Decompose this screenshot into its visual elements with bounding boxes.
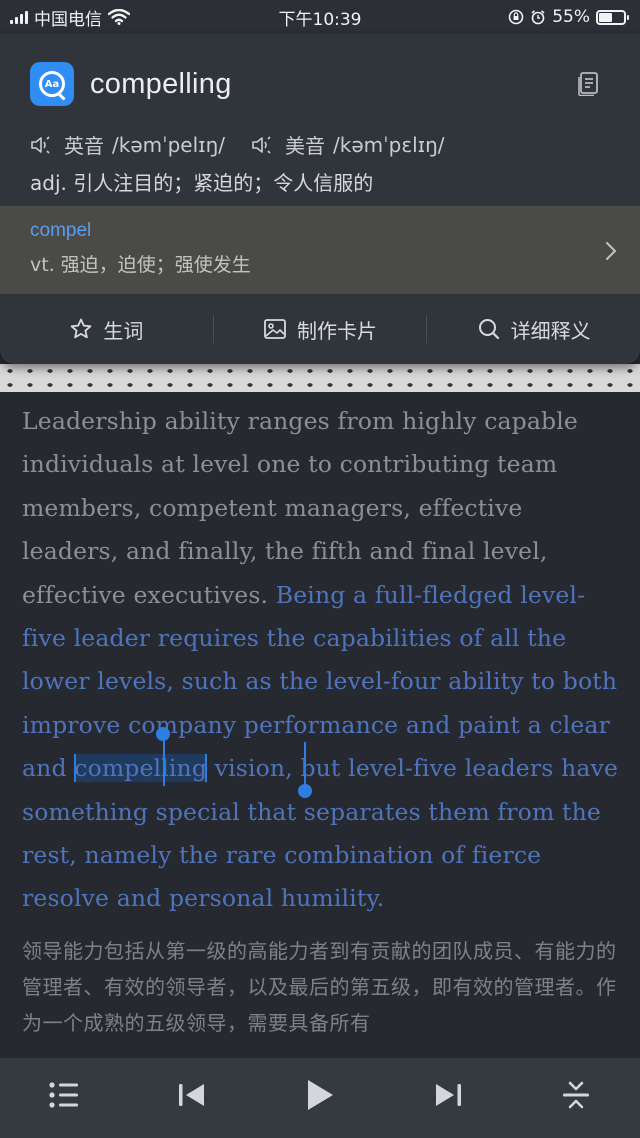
battery-percent: 55% (552, 7, 590, 27)
playlist-button[interactable] (34, 1065, 94, 1125)
search-icon (478, 319, 499, 340)
pronunciation-uk[interactable]: 英音 /kəmˈpelɪŋ/ (30, 130, 225, 159)
collapse-icon (563, 1081, 589, 1109)
previous-button[interactable] (162, 1065, 222, 1125)
pronunciation-label: 英音 (64, 134, 104, 158)
player-bar (0, 1058, 640, 1138)
carrier-label: 中国电信 (34, 9, 102, 30)
orientation-lock-icon (508, 9, 524, 25)
chevron-right-icon (606, 242, 617, 260)
wifi-icon (108, 9, 130, 25)
phonetic-text: /kəmˈpɛlɪŋ/ (333, 132, 445, 157)
make-card-button[interactable]: 制作卡片 (214, 294, 427, 364)
article-reader[interactable]: Leadership ability ranges from highly ca… (0, 392, 640, 1058)
action-label: 制作卡片 (297, 318, 377, 343)
dictionary-popup: Aa compelling 英音 /kəmˈpelɪŋ/ 美音 /kəmˈpɛl… (0, 34, 640, 364)
pronunciation-us[interactable]: 美音 /kəmˈpɛlɪŋ/ (251, 130, 445, 159)
decorative-pattern (0, 364, 640, 392)
play-button[interactable] (290, 1065, 350, 1125)
next-button[interactable] (418, 1065, 478, 1125)
add-vocabulary-button[interactable]: 生词 (0, 294, 213, 364)
collapse-button[interactable] (546, 1065, 606, 1125)
root-definition: vt. 强迫，迫使；强使发生 (30, 254, 251, 276)
star-icon (71, 318, 92, 339)
document-icon[interactable] (578, 72, 600, 96)
battery-icon (596, 9, 629, 25)
selection-start-handle[interactable] (156, 727, 170, 741)
detailed-definition-button[interactable]: 详细释义 (427, 294, 640, 364)
chinese-translation: 领导能力包括从第一级的高能力者到有贡献的团队成员、有能力的管理者、有效的领导者，… (22, 938, 617, 1035)
speaker-icon (252, 135, 271, 154)
plain-sentence: Leadership ability ranges from highly ca… (22, 407, 578, 609)
list-icon (49, 1082, 78, 1108)
pronunciation-label: 美音 (285, 134, 326, 158)
status-bar: 中国电信 下午10:39 55% (0, 0, 640, 34)
action-label: 详细释义 (510, 318, 591, 343)
speaker-icon (31, 135, 50, 154)
action-label: 生词 (103, 318, 144, 343)
image-icon (264, 319, 286, 339)
root-word-row[interactable]: compel vt. 强迫，迫使；强使发生 (0, 206, 640, 294)
word-definition: adj. 引人注目的；紧迫的；令人信服的 (30, 171, 374, 195)
dictionary-app-icon[interactable]: Aa (30, 62, 74, 106)
play-icon (308, 1080, 333, 1110)
selection-end-handle[interactable] (298, 784, 312, 798)
english-paragraph[interactable]: Leadership ability ranges from highly ca… (22, 400, 618, 921)
headword: compelling (90, 67, 232, 100)
selected-word[interactable]: compelling (74, 754, 208, 783)
root-word[interactable]: compel (30, 220, 610, 242)
previous-icon (179, 1084, 204, 1106)
selection-end-bar (304, 742, 306, 786)
alarm-icon (531, 10, 545, 25)
next-icon (436, 1084, 461, 1106)
highlighted-sentence-before: Being a full-fledged level-five leader r… (22, 580, 618, 783)
phonetic-text: /kəmˈpelɪŋ/ (112, 132, 226, 157)
signal-icon (10, 10, 28, 24)
